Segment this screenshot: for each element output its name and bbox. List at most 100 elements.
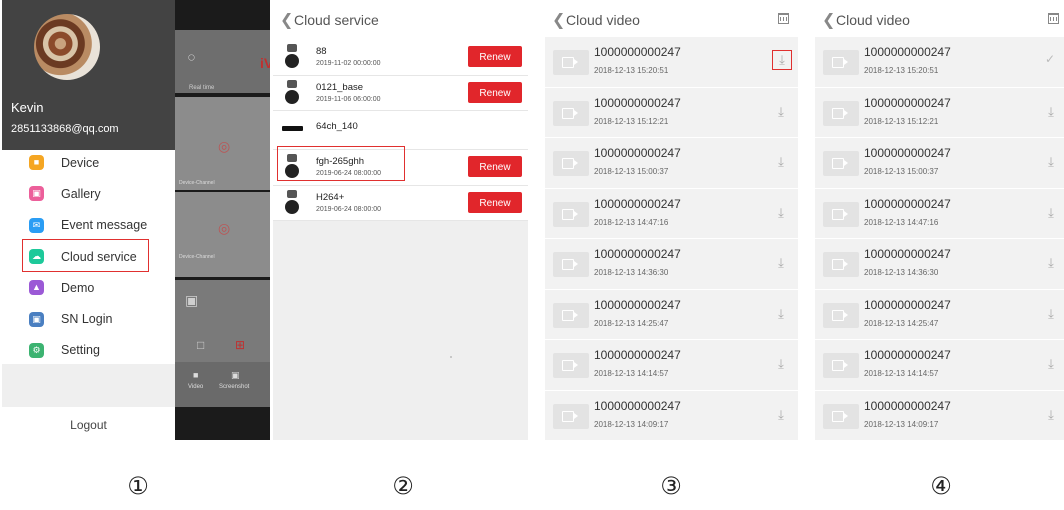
expiry-date: 2019-06-24 08:00:00	[316, 205, 381, 213]
download-icon[interactable]: ⤓	[772, 50, 792, 70]
list-item[interactable]: 1000000000247 2018-12-13 15:12:21 ⤓	[815, 87, 1064, 138]
calendar-icon[interactable]	[1048, 13, 1059, 24]
video-id: 1000000000247	[594, 398, 681, 413]
list-item[interactable]: 64ch_140	[273, 111, 528, 150]
menu-item-event-message[interactable]: ✉ Event message	[2, 210, 175, 241]
image-icon: ▣	[29, 186, 44, 202]
check-icon: ✓	[1045, 52, 1056, 66]
download-icon[interactable]: ⤓	[774, 155, 788, 169]
download-icon[interactable]: ⤓	[1044, 256, 1058, 270]
list-item[interactable]: H264+ 2019-06-24 08:00:00 Renew	[273, 185, 528, 221]
back-icon[interactable]: ❮	[552, 10, 565, 30]
camera-icon	[284, 189, 300, 216]
screenshot-tab-label: Screenshot	[219, 384, 250, 390]
logout-button[interactable]: Logout	[2, 418, 175, 432]
download-icon[interactable]: ⤓	[1044, 306, 1058, 321]
video-date: 2018-12-13 14:25:47	[864, 318, 939, 328]
list-item[interactable]: 1000000000247 2018-12-13 14:36:30 ⤓	[545, 239, 798, 290]
header: ❮ Cloud service	[273, 0, 528, 40]
list-item[interactable]: 0121_base 2019-11-06 06:00:00 Renew	[273, 75, 528, 111]
step-marker-2: ②	[392, 472, 414, 500]
download-icon[interactable]: ⤓	[774, 104, 788, 119]
camera-placeholder-icon: ◎	[218, 220, 231, 236]
step-marker-4: ④	[930, 472, 952, 500]
calendar-icon[interactable]	[778, 13, 789, 24]
channel-label-1: Device-Channel	[179, 180, 215, 186]
video-thumbnail	[553, 50, 589, 75]
back-icon[interactable]: ❮	[822, 10, 835, 30]
video-id: 1000000000247	[594, 45, 681, 59]
camera-icon	[284, 79, 300, 106]
download-icon[interactable]: ⤓	[1044, 205, 1058, 220]
menu-item-demo[interactable]: ▲ Demo	[2, 272, 175, 303]
renew-button[interactable]: Renew	[468, 81, 522, 103]
download-icon[interactable]: ⤓	[774, 306, 788, 321]
list-item[interactable]: 1000000000247 2018-12-13 14:14:57 ⤓	[815, 340, 1064, 391]
video-id: 1000000000247	[864, 247, 951, 261]
download-icon[interactable]: ⤓	[774, 205, 788, 220]
mail-icon: ✉	[29, 217, 44, 233]
list-item[interactable]: 88 2019-11-02 00:00:00 Renew	[273, 40, 528, 76]
list-item[interactable]: 1000000000247 2018-12-13 14:47:16 ⤓	[545, 188, 798, 239]
folder-icon: ▣	[185, 292, 199, 308]
download-icon[interactable]: ⤓	[1044, 104, 1058, 119]
grid-view-icon: ⊞	[235, 338, 246, 352]
video-date: 2018-12-13 14:09:17	[864, 419, 939, 429]
list-item[interactable]: 1000000000247 2018-12-13 15:20:51 ✓	[815, 37, 1064, 88]
screen-drawer: Kevin 2851133868@qq.com ■ Device ▣ Galle…	[2, 0, 270, 440]
device-list: 88 2019-11-02 00:00:00 Renew 0121_base 2…	[273, 40, 528, 221]
video-thumbnail	[823, 100, 859, 126]
video-thumbnail	[553, 100, 589, 126]
video-thumbnail	[823, 302, 859, 328]
dimmed-header	[175, 30, 270, 93]
tab-real-time: Real time	[189, 85, 215, 91]
back-icon[interactable]: ❮	[280, 10, 293, 30]
list-item[interactable]: 1000000000247 2018-12-13 14:36:30 ⤓	[815, 239, 1064, 290]
menu-item-device[interactable]: ■ Device	[2, 147, 175, 178]
renew-button[interactable]: Renew	[468, 191, 522, 213]
list-item[interactable]: 1000000000247 2018-12-13 14:09:17 ⤓	[545, 390, 798, 440]
list-item[interactable]: 1000000000247 2018-12-13 14:09:17 ⤓	[815, 390, 1064, 440]
device-name: 88	[316, 46, 327, 57]
video-id: 1000000000247	[594, 95, 681, 110]
list-item[interactable]: 1000000000247 2018-12-13 14:25:47 ⤓	[815, 289, 1064, 340]
video-date: 2018-12-13 15:00:37	[864, 167, 939, 176]
list-item[interactable]: 1000000000247 2018-12-13 15:12:21 ⤓	[545, 87, 798, 138]
menu-item-label: Setting	[61, 343, 100, 358]
download-icon[interactable]: ⤓	[1044, 357, 1058, 371]
list-item[interactable]: 1000000000247 2018-12-13 15:00:37 ⤓	[815, 138, 1064, 189]
avatar[interactable]	[34, 14, 100, 80]
menu-item-label: SN Login	[61, 312, 113, 327]
user-name: Kevin	[11, 100, 44, 115]
download-icon[interactable]: ⤓	[1044, 407, 1058, 422]
list-item[interactable]: 1000000000247 2018-12-13 14:25:47 ⤓	[545, 289, 798, 340]
list-item[interactable]: 1000000000247 2018-12-13 14:14:57 ⤓	[545, 340, 798, 391]
video-id: 1000000000247	[864, 348, 951, 362]
menu-item-gallery[interactable]: ▣ Gallery	[2, 178, 175, 209]
download-icon[interactable]: ⤓	[774, 407, 788, 422]
video-thumbnail	[823, 252, 859, 277]
download-icon[interactable]: ⤓	[774, 256, 788, 270]
renew-button[interactable]: Renew	[468, 46, 522, 67]
highlight-box-cloud-service	[22, 239, 149, 272]
menu-item-setting[interactable]: ⚙ Setting	[2, 335, 175, 366]
video-thumbnail	[553, 201, 589, 227]
download-icon[interactable]: ⤓	[1044, 155, 1058, 169]
video-date: 2018-12-13 14:47:16	[594, 217, 669, 227]
renew-button[interactable]: Renew	[468, 156, 522, 177]
list-item[interactable]: 1000000000247 2018-12-13 15:00:37 ⤓	[545, 138, 798, 189]
dimmed-main-screen[interactable]: ◯ Real time iV ◎ Device-Channel ◎ Device…	[175, 0, 270, 440]
video-date: 2018-12-13 15:20:51	[594, 66, 669, 75]
video-id: 1000000000247	[864, 398, 951, 413]
step-marker-1: ①	[127, 472, 149, 500]
menu-item-sn-login[interactable]: ▣ SN Login	[2, 303, 175, 334]
channel-label-2: Device-Channel	[179, 254, 215, 260]
video-date: 2018-12-13 14:14:57	[594, 369, 669, 378]
screen-cloud-video-downloaded: ❮ Cloud video 1000000000247 2018-12-13 1…	[815, 0, 1064, 440]
demo-icon: ▲	[29, 280, 44, 296]
list-item[interactable]: 1000000000247 2018-12-13 14:47:16 ⤓	[815, 188, 1064, 239]
download-icon[interactable]: ⤓	[774, 357, 788, 371]
menu-item-label: Event message	[61, 218, 148, 233]
video-id: 1000000000247	[594, 297, 681, 312]
list-item[interactable]: 1000000000247 2018-12-13 15:20:51 ⤓	[545, 37, 798, 88]
